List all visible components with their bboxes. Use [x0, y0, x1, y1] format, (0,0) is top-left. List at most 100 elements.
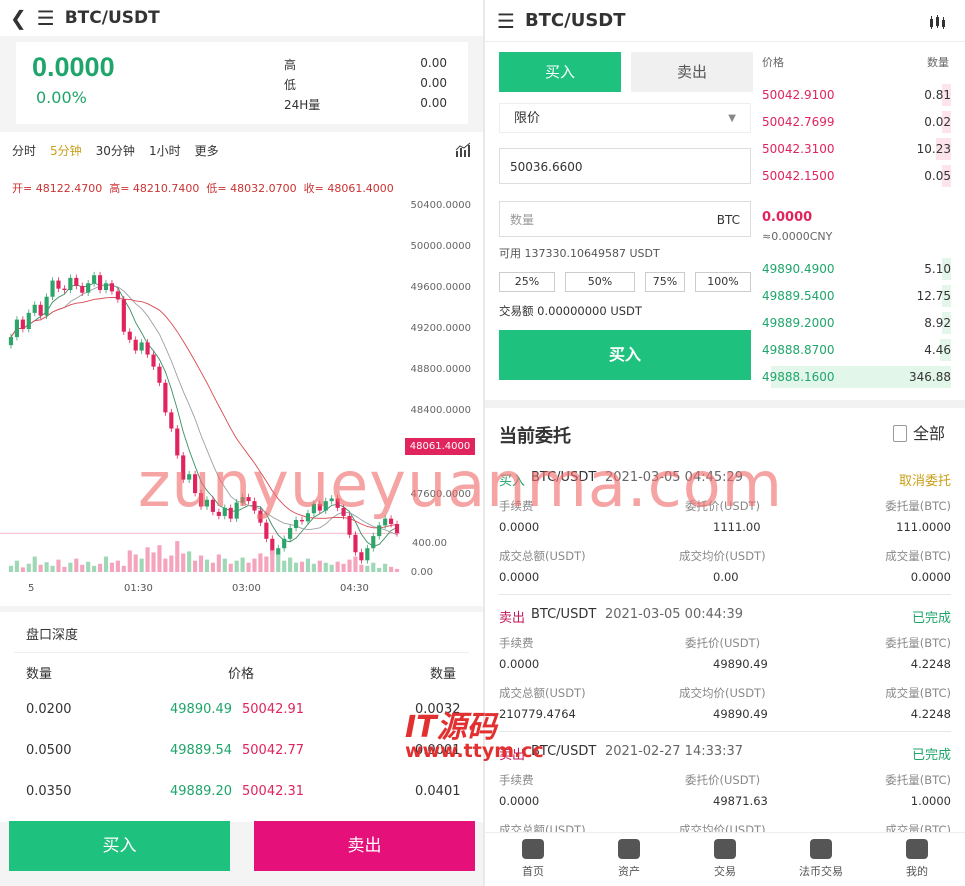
bid-row[interactable]: 49888.1600 346.88 [762, 366, 951, 388]
candle [80, 285, 85, 293]
volume-bar [311, 563, 316, 572]
tab-buy[interactable]: 买入 [499, 52, 621, 92]
menu-icon[interactable]: ☰ [497, 9, 515, 33]
volume-bar [377, 567, 382, 572]
bid-row[interactable]: 49890.4900 5.10 [762, 258, 951, 280]
x-tick: 01:30 [124, 583, 153, 594]
ask-row[interactable]: 50042.7699 0.02 [762, 111, 951, 133]
ask-row[interactable]: 50042.1500 0.05 [762, 165, 951, 187]
candle [50, 280, 55, 297]
tab-timeshare[interactable]: 分时 [12, 142, 36, 159]
order-time: 2021-02-27 14:33:37 [605, 744, 744, 759]
bid-row[interactable]: 49889.2000 8.92 [762, 312, 951, 334]
tab-1hour[interactable]: 1小时 [149, 142, 181, 159]
y-tick: 50400.0000 [410, 200, 471, 211]
x-tick: 03:00 [232, 583, 261, 594]
volume-bar [317, 560, 322, 572]
qty-unit: BTC [716, 213, 740, 227]
volume-bar [151, 552, 156, 572]
stat-low: 低 0.00 [284, 76, 447, 92]
submit-buy-button[interactable]: 买入 [499, 330, 751, 380]
orders-all-link[interactable]: 全部 [893, 420, 945, 444]
buy-button[interactable]: 买入 [9, 821, 230, 871]
bid-row[interactable]: 49888.8700 4.46 [762, 339, 951, 361]
last-price: 0.0000 [32, 52, 115, 82]
candle [26, 312, 31, 329]
volume-bar [305, 558, 311, 572]
ask-row[interactable]: 50042.3100 10.23 [762, 138, 951, 160]
percent-100-button[interactable]: 100% [695, 272, 751, 292]
order-side: 卖出 [499, 611, 526, 626]
volume-bar [216, 554, 221, 572]
candle [14, 319, 19, 338]
volume-bar [20, 567, 25, 572]
volume-bar [270, 550, 275, 572]
volume-bar [193, 560, 198, 572]
fiat-icon [810, 839, 832, 859]
watermark-text: zunyueyuanma.com [138, 448, 784, 521]
candle [62, 288, 67, 290]
nav-mine[interactable]: 我的 [877, 833, 957, 879]
volume-bar [204, 559, 210, 572]
left-header: ❮ ☰ BTC/USDT [0, 0, 483, 36]
order-type-select[interactable]: 限价 ▼ [499, 103, 751, 133]
percent-25-button[interactable]: 25% [499, 272, 555, 292]
nav-home[interactable]: 首页 [493, 833, 573, 879]
book-header-qty: 数量 [927, 56, 949, 69]
tab-more[interactable]: 更多 [195, 142, 219, 159]
candle [394, 524, 400, 534]
interval-tabs: 分时 5分钟 30分钟 1小时 更多 [12, 142, 233, 159]
volume-bar [353, 556, 358, 572]
nav-trade[interactable]: 交易 [685, 833, 765, 879]
volume-bar [32, 556, 37, 572]
ask-row[interactable]: 50042.9100 0.81 [762, 84, 951, 106]
order-status: 已完成 [911, 748, 951, 763]
volume-bar [115, 560, 120, 572]
book-last-price: 0.0000 [762, 210, 813, 225]
book-last-cny: ≈0.0000CNY [762, 230, 833, 243]
menu-icon[interactable]: ☰ [37, 6, 55, 30]
volume-tick: 0.00 [410, 567, 433, 578]
order-status[interactable]: 取消委托 [899, 470, 951, 489]
watermark-url: www.ttym.cc [405, 740, 544, 762]
volume-bar [240, 557, 245, 572]
candle [92, 275, 97, 284]
candle [74, 277, 79, 286]
volume-bar [109, 562, 115, 572]
volume-bar [228, 563, 233, 572]
volume-bar [222, 558, 227, 572]
tab-30min[interactable]: 30分钟 [96, 142, 135, 159]
tab-sell[interactable]: 卖出 [631, 52, 753, 92]
y-tick: 49200.0000 [410, 323, 471, 334]
candle [365, 548, 370, 561]
candle [133, 339, 138, 351]
quantity-input[interactable]: 数量 BTC [499, 201, 751, 237]
kline-icon[interactable] [929, 14, 949, 30]
bid-row[interactable]: 49889.5400 12.75 [762, 285, 951, 307]
candle [86, 283, 91, 293]
volume-bar [62, 566, 67, 572]
nav-assets[interactable]: 资产 [589, 833, 669, 879]
volume-bar [74, 558, 79, 572]
volume-bar [383, 563, 388, 572]
volume-bar [8, 565, 14, 572]
percent-50-button[interactable]: 50% [565, 272, 635, 292]
volume-bar [347, 559, 352, 572]
volume-bar [371, 562, 376, 572]
chevron-down-icon: ▼ [728, 113, 736, 124]
candle [288, 528, 293, 539]
volume-bar [127, 550, 132, 572]
depth-header-qty: 数量 [26, 667, 53, 682]
right-screen: ☰ BTC/USDT 买入 卖出 限价 ▼ 50036.6600 数量 BTC … [485, 0, 965, 886]
indicator-icon[interactable] [455, 142, 473, 158]
price-input[interactable]: 50036.6600 [499, 148, 751, 184]
volume-bar [252, 558, 257, 572]
nav-fiat[interactable]: 法币交易 [781, 833, 861, 879]
volume-tick: 400.00 [412, 538, 447, 549]
tab-5min[interactable]: 5分钟 [50, 142, 82, 159]
percent-75-button[interactable]: 75% [645, 272, 685, 292]
back-icon[interactable]: ❮ [10, 6, 27, 30]
sell-button[interactable]: 卖出 [254, 821, 475, 871]
volume-bar [234, 560, 239, 572]
volume-bar [56, 559, 61, 572]
